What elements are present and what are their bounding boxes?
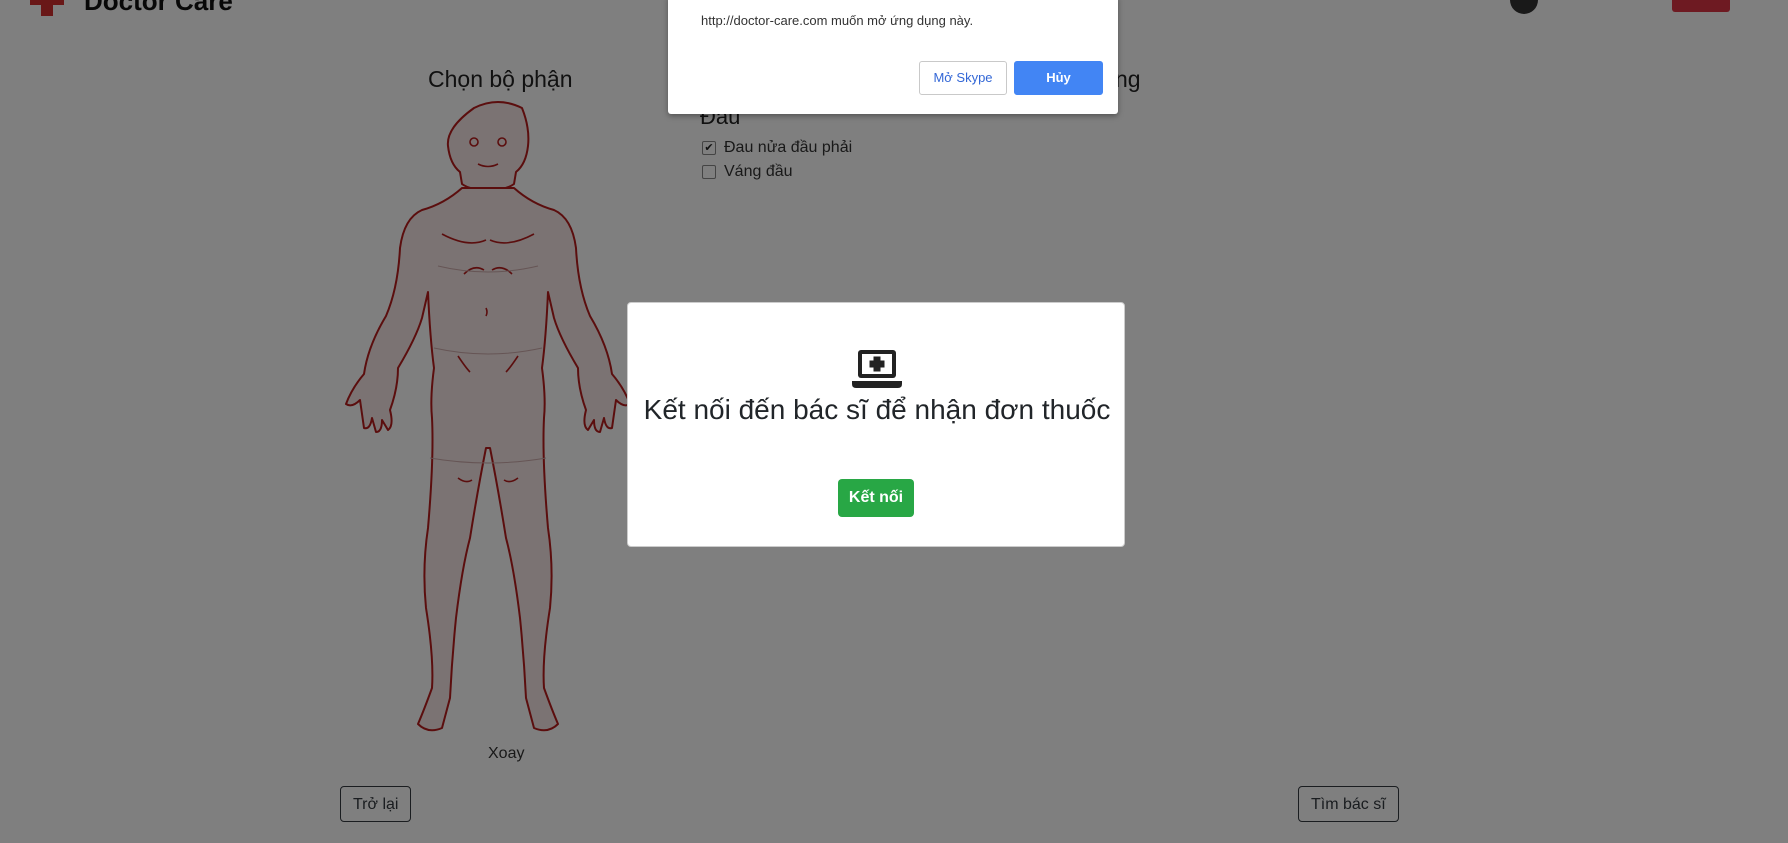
dialog-message: http://doctor-care.com muốn mở ứng dụng … bbox=[701, 13, 974, 28]
open-skype-button[interactable]: Mở Skype bbox=[919, 61, 1007, 95]
modal-title: Kết nối đến bác sĩ để nhận đơn thuốc bbox=[643, 394, 1111, 425]
laptop-medical-icon bbox=[852, 350, 902, 388]
connect-button[interactable]: Kết nối bbox=[838, 479, 914, 517]
connect-doctor-modal: Kết nối đến bác sĩ để nhận đơn thuốc Kết… bbox=[627, 302, 1125, 547]
open-app-dialog: http://doctor-care.com muốn mở ứng dụng … bbox=[668, 0, 1118, 114]
cancel-button[interactable]: Hủy bbox=[1014, 61, 1103, 95]
